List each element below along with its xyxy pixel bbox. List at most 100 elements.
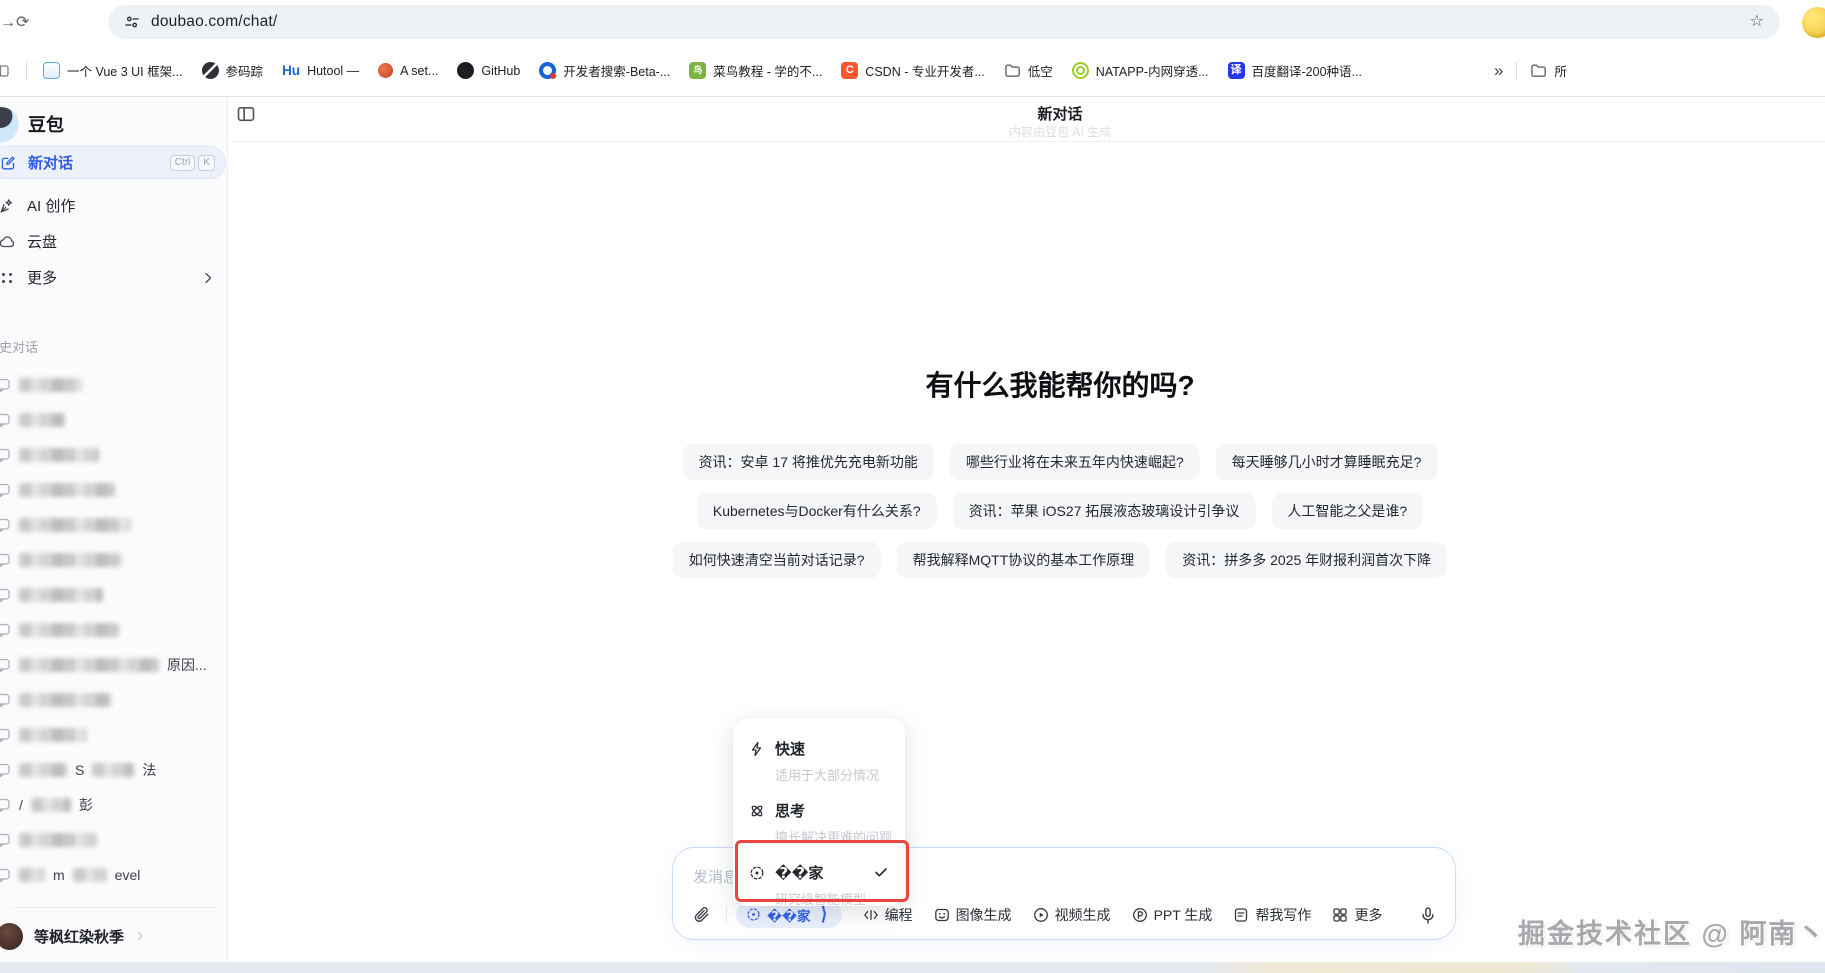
suggestion-chip[interactable]: 如何快速清空当前对话记录? (673, 542, 881, 578)
history-item[interactable] (0, 402, 228, 437)
browser-profile-avatar[interactable] (1802, 7, 1825, 38)
history-item[interactable] (0, 822, 228, 857)
history-item[interactable] (0, 682, 228, 717)
bookmarks-list: 一个 Vue 3 UI 框架... 参码踪 HuHutool — A set... Gi… (43, 61, 1362, 80)
suggestion-chip[interactable]: 哪些行业将在未来五年内快速崛起? (950, 444, 1200, 480)
history-fragment: m (53, 867, 65, 883)
model-picker-menu: 快速适用于大部分情况思考擅长解决更难的问题 ��家研究级智能模型 (733, 718, 905, 906)
model-option[interactable]: ��家研究级智能模型 (749, 862, 889, 908)
bookmark-item[interactable]: NATAPP-内网穿透... (1072, 61, 1209, 80)
composer-placeholder: 发消息 (693, 866, 738, 887)
suggestion-chip[interactable]: 每天睡够几小时才算睡眠充足? (1216, 444, 1438, 480)
history-item[interactable] (0, 717, 228, 752)
history-fragment: evel (115, 867, 141, 883)
history-item[interactable]: S法 (0, 752, 228, 787)
history-item[interactable]: /彭 (0, 787, 228, 822)
bookmark-item[interactable]: HuHutool — (282, 62, 359, 79)
tool-label: 图像生成 (956, 905, 1012, 925)
history-item[interactable] (0, 367, 228, 402)
history-item[interactable]: m evel (0, 857, 228, 892)
history-item[interactable] (0, 472, 228, 507)
bookmark-item[interactable]: 参码踪 (202, 61, 264, 80)
suggestion-chip[interactable]: 资讯：安卓 17 将推优先充电新功能 (683, 444, 934, 480)
composer-tool[interactable]: 图像生成 (934, 905, 1012, 925)
composer-tool[interactable]: PPT 生成 (1132, 905, 1213, 925)
side-panel-icon[interactable] (0, 63, 10, 79)
user-profile[interactable]: 等枫红染秋季 (0, 917, 227, 955)
tool-label: PPT 生成 (1154, 905, 1213, 925)
bookmark-item[interactable]: 低空 (1004, 61, 1053, 80)
model-option[interactable]: 思考擅长解决更难的问题 (749, 800, 889, 846)
bookmarks-divider (1516, 62, 1517, 80)
composer-tool[interactable]: 视频生成 (1033, 905, 1111, 925)
collapse-sidebar-icon[interactable] (236, 104, 256, 124)
model-option-head: 快速 (749, 738, 889, 759)
model-option-desc: 擅长解决更难的问题 (775, 827, 889, 846)
address-bar[interactable]: doubao.com/chat/ ☆ (108, 5, 1780, 39)
suggestion-chip[interactable]: Kubernetes与Docker有什么关系? (697, 493, 937, 529)
redacted-text (19, 693, 111, 707)
site-settings-icon[interactable] (124, 14, 140, 30)
bookmark-label: 参码踪 (226, 61, 264, 80)
history-item[interactable]: 原因... (0, 647, 228, 682)
canma-favicon (202, 62, 219, 79)
attach-icon[interactable] (693, 906, 711, 924)
bookmark-item[interactable]: GitHub (457, 62, 520, 79)
chat-bubble-icon (0, 657, 11, 673)
bookmark-item[interactable]: 译百度翻译-200种语... (1228, 61, 1362, 80)
sidebar-item-more[interactable]: 更多 (0, 261, 226, 294)
chat-bubble-icon (0, 517, 11, 533)
runoob-favicon: 鸟 (689, 62, 706, 79)
bookmark-item[interactable]: 一个 Vue 3 UI 框架... (43, 61, 183, 80)
model-option[interactable]: 快速适用于大部分情况 (749, 738, 889, 784)
write-icon (1233, 907, 1249, 923)
redacted-text (73, 868, 107, 882)
all-bookmarks-folder[interactable]: 所 (1530, 61, 1567, 80)
forward-icon[interactable]: → (0, 15, 16, 31)
bookmark-item[interactable]: 鸟菜鸟教程 - 学的不... (689, 61, 822, 80)
bookmark-item[interactable]: 开发者搜索-Beta-... (539, 61, 670, 80)
suggestion-chip[interactable]: 人工智能之父是谁? (1271, 493, 1423, 529)
model-option-desc: 适用于大部分情况 (775, 765, 889, 784)
natapp-favicon (1072, 62, 1089, 79)
composer-tool[interactable]: 帮我写作 (1233, 905, 1311, 925)
github-favicon (457, 62, 474, 79)
history-item[interactable] (0, 542, 228, 577)
csdn-favicon: C (841, 62, 858, 79)
grid-icon (1332, 907, 1348, 923)
mic-icon[interactable] (1419, 906, 1437, 924)
kbd-ctrl: Ctrl (170, 155, 196, 171)
sidebar-item-cloud-drive[interactable]: 云盘 (0, 225, 226, 258)
bookmark-label: Hutool — (307, 64, 359, 78)
suggestion-chip[interactable]: 资讯：苹果 iOS27 拓展液态玻璃设计引争议 (953, 493, 1256, 529)
app-logo: 豆包 (0, 104, 64, 144)
sidebar-footer-divider (10, 907, 219, 908)
cloud-drive-icon (0, 234, 15, 250)
reload-icon[interactable]: ⟳ (16, 15, 29, 31)
model-option-head: 思考 (749, 800, 889, 821)
bookmarks-overflow-button[interactable]: » (1494, 61, 1503, 81)
redacted-text (19, 658, 159, 672)
composer-tool[interactable]: 更多 (1332, 905, 1382, 925)
suggestion-chip[interactable]: 资讯：拼多多 2025 年财报利润首次下降 (1166, 542, 1447, 578)
history-fragment: S (75, 762, 84, 778)
bookmark-item[interactable]: CCSDN - 专业开发者... (841, 61, 984, 80)
sidebar-item-new-chat[interactable]: 新对话 Ctrl K (0, 146, 226, 179)
bookmark-star-icon[interactable]: ☆ (1750, 14, 1764, 30)
tool-label: 更多 (1354, 905, 1382, 925)
chat-bubble-icon (0, 412, 11, 428)
chat-bubble-icon (0, 832, 11, 848)
bookmark-item[interactable]: A set... (378, 63, 438, 78)
suggestion-chip[interactable]: 帮我解释MQTT协议的基本工作原理 (897, 542, 1151, 578)
chat-bubble-icon (0, 377, 11, 393)
history-item[interactable] (0, 437, 228, 472)
history-fragment: 彭 (79, 795, 93, 815)
tool-label: 帮我写作 (1255, 905, 1311, 925)
sidebar-item-ai-create[interactable]: AI 创作 (0, 189, 226, 222)
history-item[interactable] (0, 612, 228, 647)
sidebar-item-label: 云盘 (27, 231, 57, 252)
history-item[interactable] (0, 507, 228, 542)
bookmark-label: 百度翻译-200种语... (1252, 61, 1362, 80)
history-item[interactable] (0, 577, 228, 612)
chat-bubble-icon (0, 482, 11, 498)
